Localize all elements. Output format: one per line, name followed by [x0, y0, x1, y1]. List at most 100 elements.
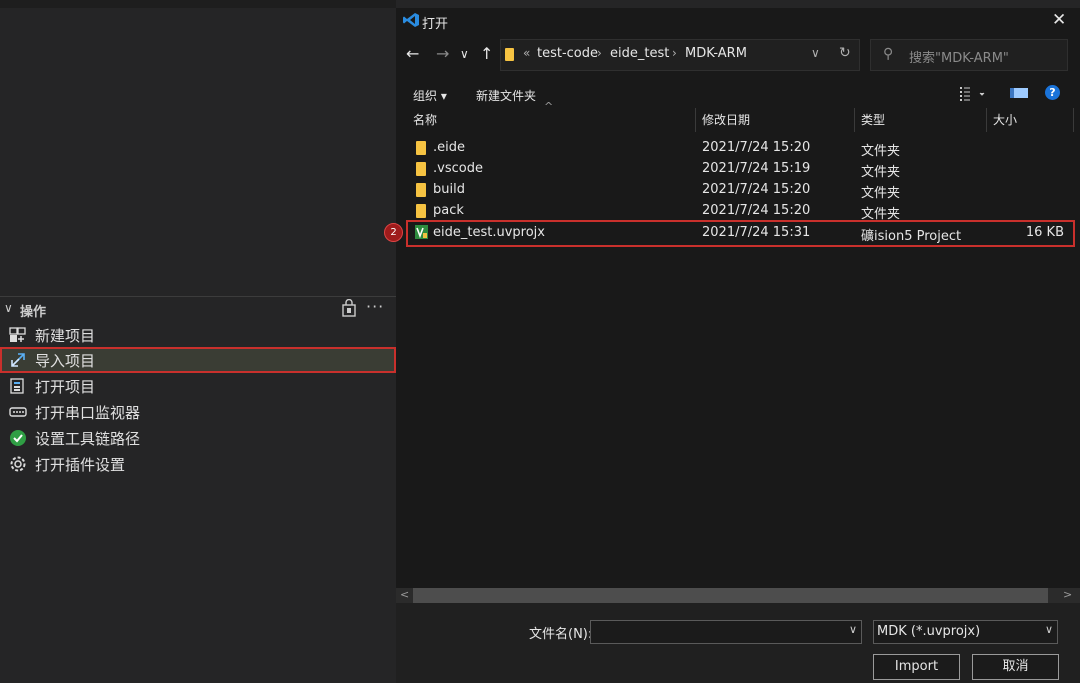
chevron-right-icon: ›: [597, 46, 602, 60]
back-arrow-icon[interactable]: ←: [406, 44, 419, 63]
folder-icon: [416, 204, 426, 218]
clipboard-lock-icon[interactable]: [340, 299, 358, 317]
vscode-logo-icon: [403, 13, 419, 27]
uvision-project-icon: [415, 225, 428, 239]
file-date: 2021/7/24 15:19: [702, 161, 811, 176]
chevron-right-icon: ›: [672, 46, 677, 60]
file-name: .vscode: [433, 161, 483, 176]
file-name: pack: [433, 203, 464, 218]
file-row-uvprojx[interactable]: eide_test.uvprojx 2021/7/24 15:31 礦ision…: [406, 220, 1075, 247]
dialog-title: 打开: [422, 17, 449, 32]
serial-port-icon: [9, 407, 27, 417]
scroll-right-icon[interactable]: >: [1063, 588, 1072, 601]
column-size[interactable]: 大小: [993, 111, 1017, 128]
open-project-item[interactable]: 打开项目: [0, 373, 396, 399]
address-dropdown-icon[interactable]: ∨: [811, 46, 820, 60]
dialog-toolbar: 组织 ▾ 新建文件夹 ?: [396, 80, 1080, 108]
file-date: 2021/7/24 15:20: [702, 182, 811, 197]
file-type: 文件夹: [861, 186, 901, 201]
forward-arrow-icon[interactable]: →: [436, 44, 449, 63]
scrollbar-thumb[interactable]: [413, 588, 1048, 603]
check-circle-icon: [10, 430, 26, 446]
section-title: 操作: [20, 305, 47, 320]
column-headers: ^ 名称 修改日期 类型 大小: [396, 100, 1074, 132]
column-divider[interactable]: [986, 108, 987, 132]
open-file-dialog: 打开 ✕ ← → ∨ ↑ « test-code › eide_test › M…: [384, 8, 1080, 683]
folder-icon: [505, 48, 514, 61]
open-project-icon: [10, 378, 24, 394]
import-arrows-icon: [11, 353, 25, 367]
breadcrumb-test-code[interactable]: test-code: [537, 46, 598, 61]
column-divider[interactable]: [854, 108, 855, 132]
file-row[interactable]: .eide 2021/7/24 15:20 文件夹: [396, 138, 1074, 159]
file-row[interactable]: build 2021/7/24 15:20 文件夹: [396, 180, 1074, 201]
breadcrumb-eide-test[interactable]: eide_test: [610, 46, 669, 61]
search-icon: ⚲: [883, 46, 894, 62]
folder-icon: [416, 162, 426, 176]
column-date[interactable]: 修改日期: [702, 111, 750, 128]
chevron-down-icon[interactable]: ∨: [1045, 623, 1053, 636]
file-size: 16 KB: [1025, 225, 1064, 240]
navigation-row: ← → ∨ ↑ « test-code › eide_test › MDK-AR…: [396, 38, 1080, 72]
refresh-icon[interactable]: ↻: [839, 45, 851, 61]
file-name: build: [433, 182, 465, 197]
horizontal-scrollbar[interactable]: < >: [396, 588, 1080, 603]
dialog-footer: 文件名(N): ∨ MDK (*.uvprojx) ∨ Import 取消: [396, 603, 1080, 683]
serial-monitor-item[interactable]: 打开串口监视器: [0, 399, 396, 425]
chevron-down-icon[interactable]: ∨: [849, 623, 857, 636]
up-arrow-icon[interactable]: ↑: [480, 44, 493, 63]
serial-monitor-label: 打开串口监视器: [35, 404, 141, 422]
preview-pane-icon[interactable]: [1010, 88, 1028, 98]
chevron-down-icon[interactable]: ∨: [4, 301, 13, 315]
help-icon[interactable]: ?: [1045, 85, 1060, 100]
file-date: 2021/7/24 15:20: [702, 140, 811, 155]
file-type-select[interactable]: MDK (*.uvprojx) ∨: [873, 620, 1058, 644]
scroll-left-icon[interactable]: <: [400, 588, 409, 601]
organize-button[interactable]: 组织 ▾: [413, 87, 447, 104]
filename-label: 文件名(N):: [529, 627, 593, 642]
vscode-sidebar: ∨ 操作 ··· 新建项目 导入项目 1 打开项目: [0, 0, 421, 683]
file-date: 2021/7/24 15:20: [702, 203, 811, 218]
column-divider[interactable]: [695, 108, 696, 132]
file-date: 2021/7/24 15:31: [702, 225, 811, 240]
new-project-label: 新建项目: [35, 327, 96, 345]
plugin-settings-label: 打开插件设置: [35, 456, 126, 474]
breadcrumb-mdk-arm[interactable]: MDK-ARM: [685, 46, 747, 61]
import-project-label: 导入项目: [35, 352, 96, 370]
import-button[interactable]: Import: [873, 654, 960, 680]
column-divider[interactable]: [1073, 108, 1074, 132]
cancel-button[interactable]: 取消: [972, 654, 1059, 680]
file-name: eide_test.uvprojx: [433, 225, 545, 240]
new-folder-button[interactable]: 新建文件夹: [476, 87, 536, 104]
file-name: .eide: [433, 140, 465, 155]
open-project-label: 打开项目: [35, 378, 96, 396]
address-bar[interactable]: « test-code › eide_test › MDK-ARM ∨ ↻: [500, 39, 860, 71]
folder-icon: [416, 141, 426, 155]
view-options-icon[interactable]: [958, 86, 986, 102]
plugin-settings-item[interactable]: 打开插件设置: [0, 451, 396, 477]
new-project-item[interactable]: 新建项目: [0, 322, 396, 348]
operations-section-header[interactable]: ∨ 操作 ···: [0, 296, 396, 321]
column-name[interactable]: 名称: [413, 111, 437, 128]
toolchain-path-label: 设置工具链路径: [35, 430, 141, 448]
file-type: 文件夹: [861, 165, 901, 180]
dialog-title-bar: 打开 ✕: [396, 8, 1080, 34]
editor-strip: [0, 0, 396, 8]
gear-icon: [10, 456, 26, 472]
toolchain-path-item[interactable]: 设置工具链路径: [0, 425, 396, 451]
file-type: 文件夹: [861, 207, 901, 222]
step-marker-2: 2: [384, 223, 403, 242]
search-box[interactable]: ⚲ 搜索"MDK-ARM": [870, 39, 1068, 71]
recent-dropdown-icon[interactable]: ∨: [460, 47, 469, 61]
column-type[interactable]: 类型: [861, 111, 885, 128]
file-row[interactable]: .vscode 2021/7/24 15:19 文件夹: [396, 159, 1074, 180]
file-type-filter: MDK (*.uvprojx): [877, 624, 981, 639]
more-actions-icon[interactable]: ···: [366, 297, 384, 316]
file-row[interactable]: pack 2021/7/24 15:20 文件夹: [396, 201, 1074, 222]
breadcrumb-overflow[interactable]: «: [523, 46, 530, 60]
sort-up-icon: ^: [544, 100, 554, 113]
import-project-item[interactable]: 导入项目: [0, 347, 396, 373]
filename-input[interactable]: ∨: [590, 620, 862, 644]
close-icon[interactable]: ✕: [1052, 10, 1066, 30]
folder-icon: [416, 183, 426, 197]
